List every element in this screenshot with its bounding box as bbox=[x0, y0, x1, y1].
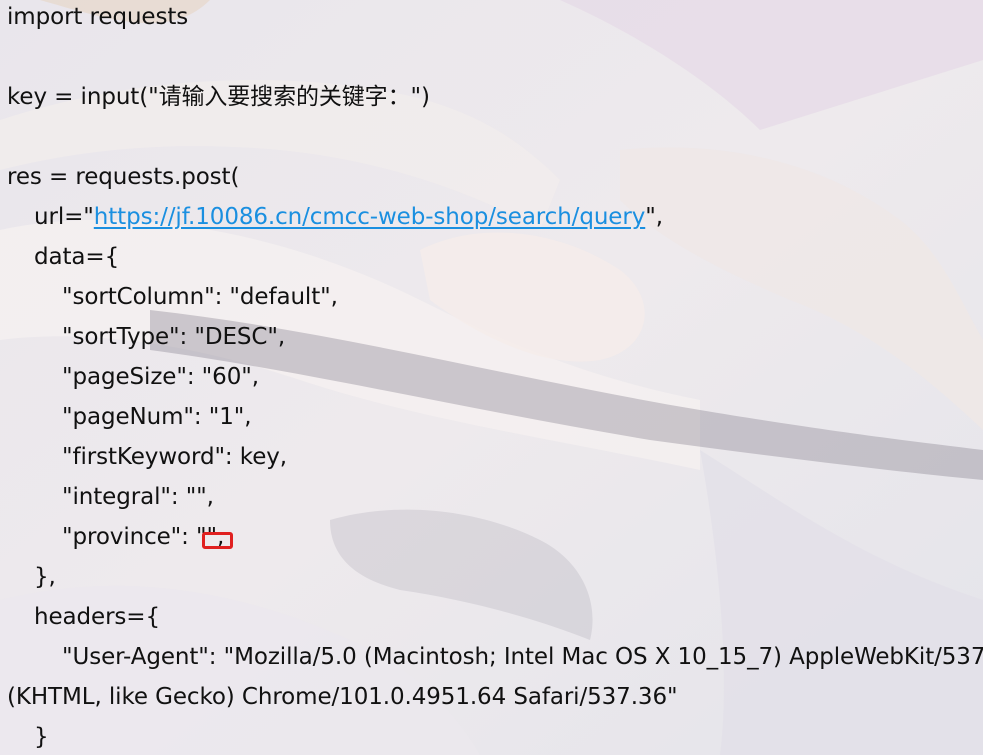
code-line-user-agent: "User-Agent": "Mozilla/5.0 (Macintosh; I… bbox=[62, 644, 983, 670]
code-line-headers-open: headers={ bbox=[34, 604, 161, 630]
code-line-sorttype: "sortType": "DESC", bbox=[62, 324, 286, 350]
code-line-sortcolumn: "sortColumn": "default", bbox=[62, 284, 338, 310]
url-prefix: url=" bbox=[34, 204, 94, 230]
code-line-headers-close: } bbox=[34, 724, 49, 750]
code-line-data-open: data={ bbox=[34, 244, 120, 270]
code-line-pagesize: "pageSize": "60", bbox=[62, 364, 259, 390]
code-snippet: import requests key = input("请输入要搜索的关键字：… bbox=[0, 0, 983, 755]
code-line-pagenum: "pageNum": "1", bbox=[62, 404, 252, 430]
code-line-url: url="https://jf.10086.cn/cmcc-web-shop/s… bbox=[34, 200, 663, 234]
code-line-data-close: }, bbox=[34, 564, 56, 590]
code-line-integral: "integral": "", bbox=[62, 484, 214, 510]
code-line-post-call: res = requests.post( bbox=[7, 164, 240, 190]
url-link[interactable]: https://jf.10086.cn/cmcc-web-shop/search… bbox=[94, 204, 646, 230]
comma-highlight-box bbox=[202, 532, 233, 549]
code-line-province: "province": "", bbox=[62, 524, 225, 550]
code-line-firstkeyword: "firstKeyword": key, bbox=[62, 444, 287, 470]
url-suffix: ", bbox=[645, 204, 663, 230]
code-line-user-agent-cont: (KHTML, like Gecko) Chrome/101.0.4951.64… bbox=[7, 684, 678, 710]
code-line-input: key = input("请输入要搜索的关键字：") bbox=[7, 84, 430, 110]
code-line-import: import requests bbox=[7, 4, 189, 30]
